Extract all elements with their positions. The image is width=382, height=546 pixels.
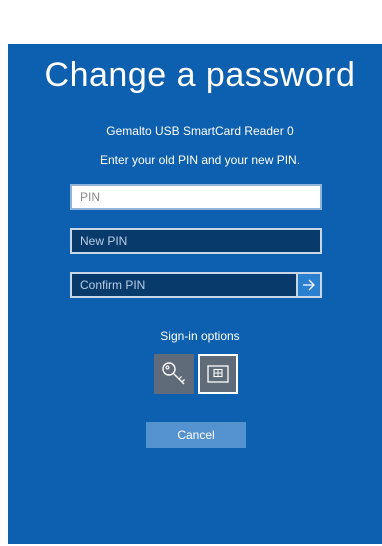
smartcard-sign-in-option[interactable] — [198, 354, 238, 394]
confirm-pin-field[interactable] — [70, 272, 296, 298]
reader-name: Gemalto USB SmartCard Reader 0 — [106, 124, 294, 138]
instruction-text: Enter your old PIN and your new PIN. — [99, 153, 301, 167]
smartcard-icon — [207, 365, 229, 383]
submit-button[interactable] — [296, 272, 322, 298]
key-sign-in-option[interactable] — [154, 354, 194, 394]
cancel-button[interactable]: Cancel — [146, 422, 246, 448]
old-pin-field[interactable] — [70, 184, 322, 210]
new-pin-field[interactable] — [70, 228, 322, 254]
key-icon — [162, 362, 185, 385]
page-title: Change a password — [44, 56, 356, 94]
sign-in-options-label: Sign-in options — [160, 329, 240, 343]
change-password-screen: Change a password Gemalto USB SmartCard … — [8, 44, 382, 544]
arrow-right-icon — [303, 279, 315, 291]
